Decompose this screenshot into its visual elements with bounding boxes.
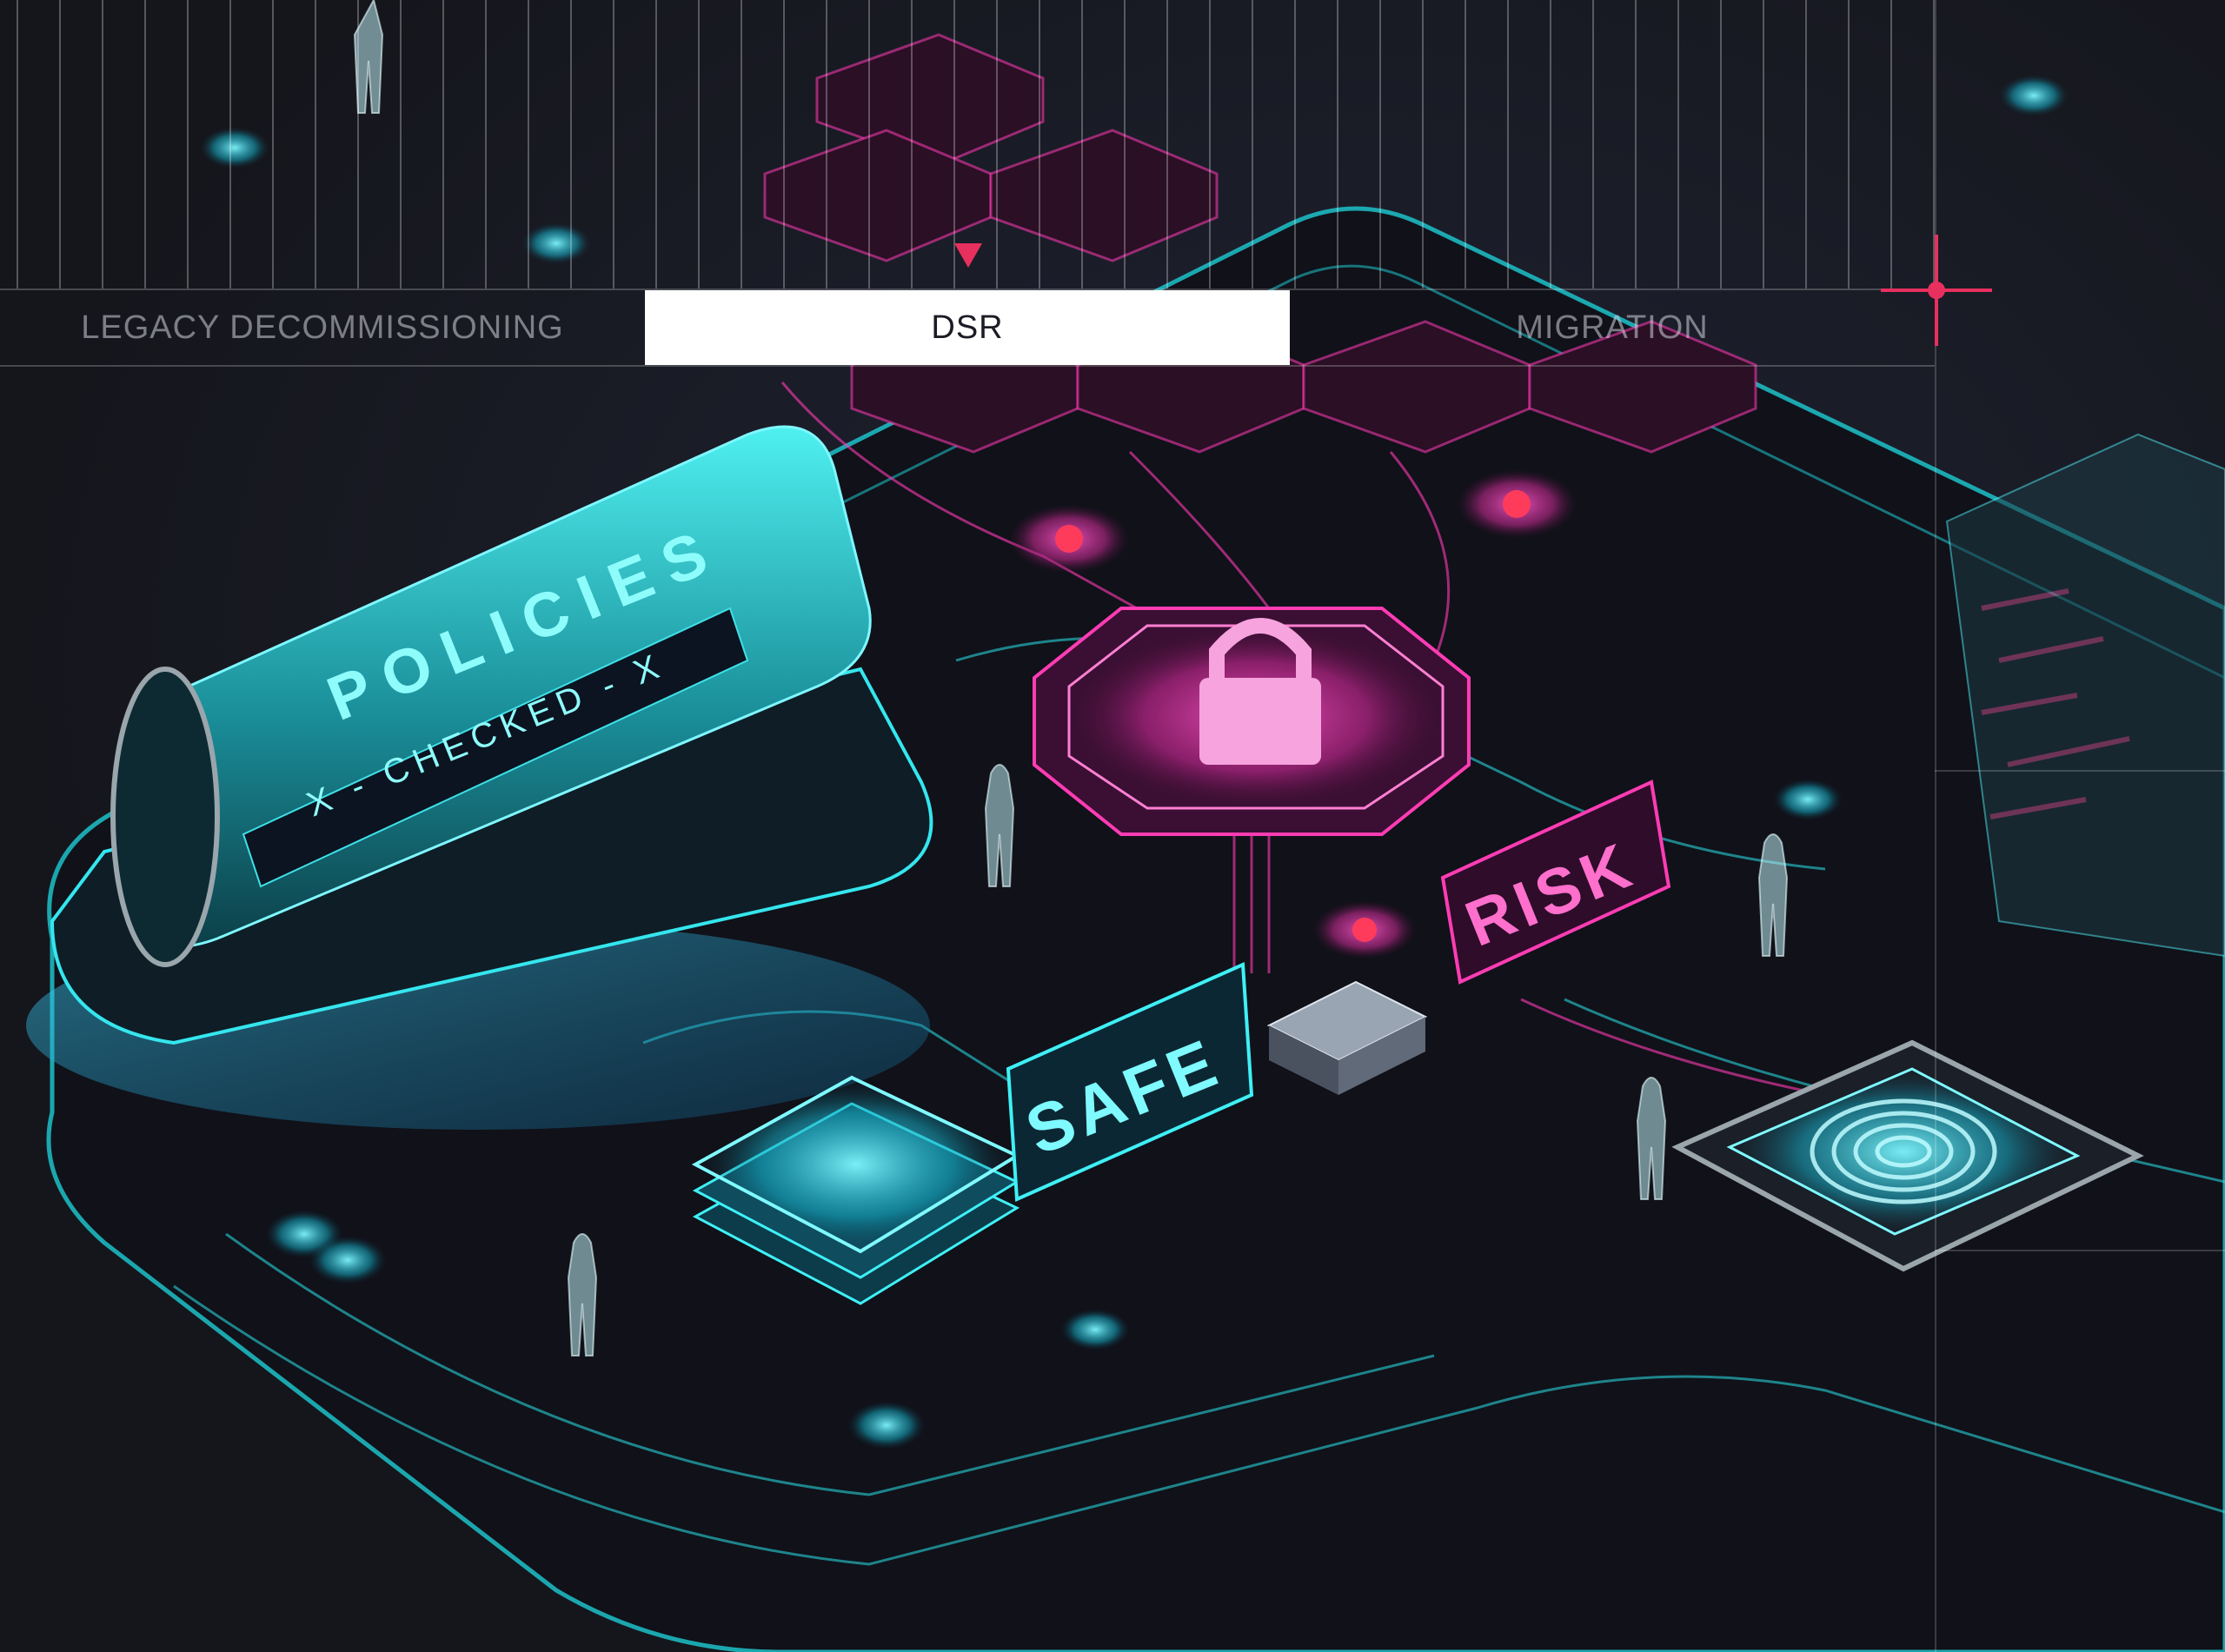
tab-dsr[interactable]: DSR (645, 290, 1290, 365)
policies-machine: POLICIES X - CHECKED - X (26, 425, 933, 1130)
tab-migration-label: MIGRATION (1516, 309, 1709, 346)
hero-stage: POLICIES X - CHECKED - X SAFE RISK LEGAC… (0, 0, 2225, 1652)
active-tab-caret-icon (954, 243, 982, 268)
grid-divider-horizontal (1935, 1250, 2225, 1251)
tab-legacy-decommissioning[interactable]: LEGACY DECOMMISSIONING (0, 290, 645, 365)
tab-legacy-decommissioning-label: LEGACY DECOMMISSIONING (81, 309, 564, 346)
tab-migration[interactable]: MIGRATION (1290, 290, 1935, 365)
grid-divider-horizontal (1935, 770, 2225, 772)
tab-dsr-label: DSR (931, 309, 1004, 346)
lock-platform (1033, 607, 1471, 836)
crosshair-icon (1881, 235, 1992, 346)
tab-bar: LEGACY DECOMMISSIONING DSR MIGRATION (0, 289, 1935, 367)
